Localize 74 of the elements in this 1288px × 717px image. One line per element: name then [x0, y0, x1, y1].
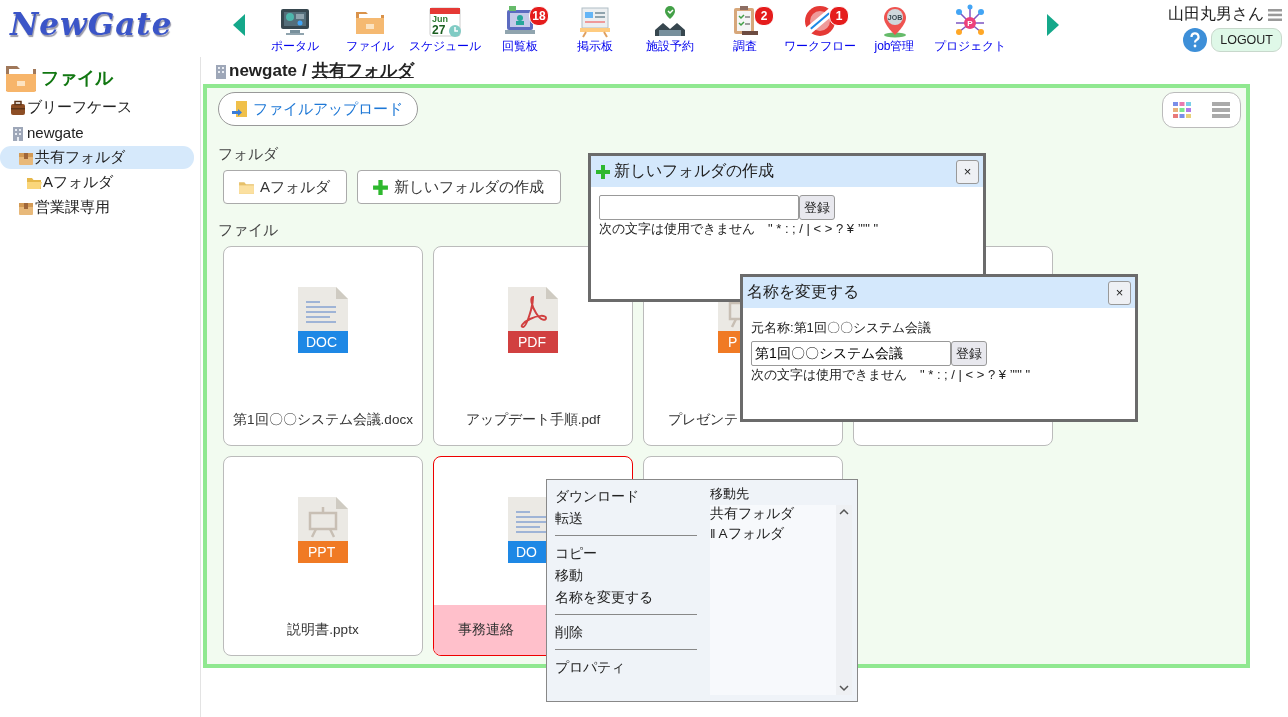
nav-item[interactable]: P プロジェクト [932, 0, 1007, 55]
briefcase-icon [10, 99, 26, 116]
breadcrumb-link[interactable]: 共有フォルダ [311, 59, 414, 82]
menu-item[interactable]: 転送 [555, 508, 583, 530]
breadcrumb-root: newgate [229, 60, 298, 81]
name-field[interactable]: 第1回〇〇システム会議 [751, 341, 951, 366]
nav-item[interactable]: 回覧板 18 [482, 0, 557, 55]
menu-item[interactable]: 移動 [555, 565, 583, 587]
count-badge: 18 [529, 6, 549, 26]
file-name: 第1回〇〇システム会議.docx [232, 411, 414, 429]
upload-icon [231, 100, 249, 118]
upload-button[interactable]: ファイルアップロード [218, 92, 418, 126]
folder-tree-item[interactable]: Aフォルダ [0, 171, 194, 194]
close-button[interactable]: × [1108, 280, 1131, 305]
new-folder-button[interactable]: 新しいフォルダの作成 [357, 170, 561, 204]
count-badge: 2 [754, 6, 774, 26]
sidebar-title: ファイル [41, 67, 113, 90]
calendar-icon: Jun 27 [427, 4, 462, 38]
plus-icon [372, 178, 389, 196]
list-view-icon[interactable] [1210, 100, 1231, 120]
menu-item[interactable]: 削除 [555, 622, 583, 644]
folder-button[interactable]: Aフォルダ [223, 170, 347, 204]
nav-item[interactable]: Jun 27 スケジュール [407, 0, 482, 55]
nav-item[interactable]: 施設予約 [632, 0, 707, 55]
file-name: アップデート手順.pdf [464, 411, 602, 429]
folder-list[interactable]: 共有フォルダ ‖ Aフォルダ [710, 505, 852, 695]
file-card[interactable]: PDF アップデート手順.pdf [433, 246, 633, 446]
nav-item[interactable]: ファイル [332, 0, 407, 55]
section-heading: ファイル [218, 221, 278, 240]
count-badge: 1 [829, 6, 849, 26]
building-icon [10, 124, 26, 141]
file-name: 説明書.pptx [286, 621, 360, 639]
easel-icon [577, 4, 612, 38]
register-button[interactable]: 登録 [799, 195, 835, 220]
note-text: 次の文字は使用できません " * : ; / | < > ? ¥ ’"" " [599, 220, 879, 238]
list-item[interactable]: ‖ Aフォルダ [710, 525, 836, 545]
name-field[interactable] [599, 195, 799, 220]
nav-item[interactable]: 調査 2 [707, 0, 782, 55]
stamp-icon [802, 4, 837, 38]
doc-file-icon: DOC [298, 287, 348, 353]
folder-tree-item[interactable]: ブリーフケース [0, 96, 194, 119]
file-card[interactable]: PPT 説明書.pptx [223, 456, 423, 656]
file-card[interactable]: DOC 第1回〇〇システム会議.docx [223, 246, 423, 446]
nav-item[interactable]: 掲示板 [557, 0, 632, 55]
folder-tree-item[interactable]: 営業課専用 [0, 196, 194, 219]
help-icon[interactable] [1183, 28, 1208, 52]
nav-item[interactable]: ワークフロー 1 [782, 0, 857, 55]
logo[interactable]: NewGate [10, 6, 173, 42]
houses-icon [652, 4, 687, 38]
scroll-down-icon[interactable] [839, 684, 849, 692]
grid-view-icon[interactable] [1172, 100, 1193, 120]
dialog-title: 新しいフォルダの作成 [614, 161, 774, 181]
pdf-file-icon: PDF [508, 287, 558, 353]
menu-item[interactable]: プロパティ [555, 657, 625, 679]
nav-item[interactable]: ポータル [257, 0, 332, 55]
file-name: プレゼンテ [667, 411, 739, 429]
ppt-file-icon: PPT [298, 497, 348, 563]
list-item[interactable]: 共有フォルダ [710, 505, 836, 525]
plus-icon [595, 163, 611, 180]
scrollbar[interactable] [836, 505, 852, 695]
building-icon [213, 62, 229, 79]
menu-item[interactable]: コピー [555, 543, 597, 565]
move-to-label: 移動先 [710, 485, 750, 503]
note-text: 次の文字は使用できません " * : ; / | < > ? ¥ ’"" " [751, 366, 1031, 384]
folder-tree-item[interactable]: newgate [0, 121, 194, 144]
section-heading: フォルダ [218, 145, 278, 164]
scroll-up-icon[interactable] [839, 508, 849, 516]
user-name: 山田丸男さん [1168, 4, 1264, 24]
menu-icon[interactable] [1268, 8, 1282, 21]
register-button[interactable]: 登録 [951, 341, 987, 366]
folder-tree-item[interactable]: 共有フォルダ [0, 146, 194, 169]
logout-button[interactable]: LOGOUT [1211, 28, 1282, 52]
close-button[interactable]: × [956, 159, 979, 184]
breadcrumb-separator: / [302, 60, 307, 81]
